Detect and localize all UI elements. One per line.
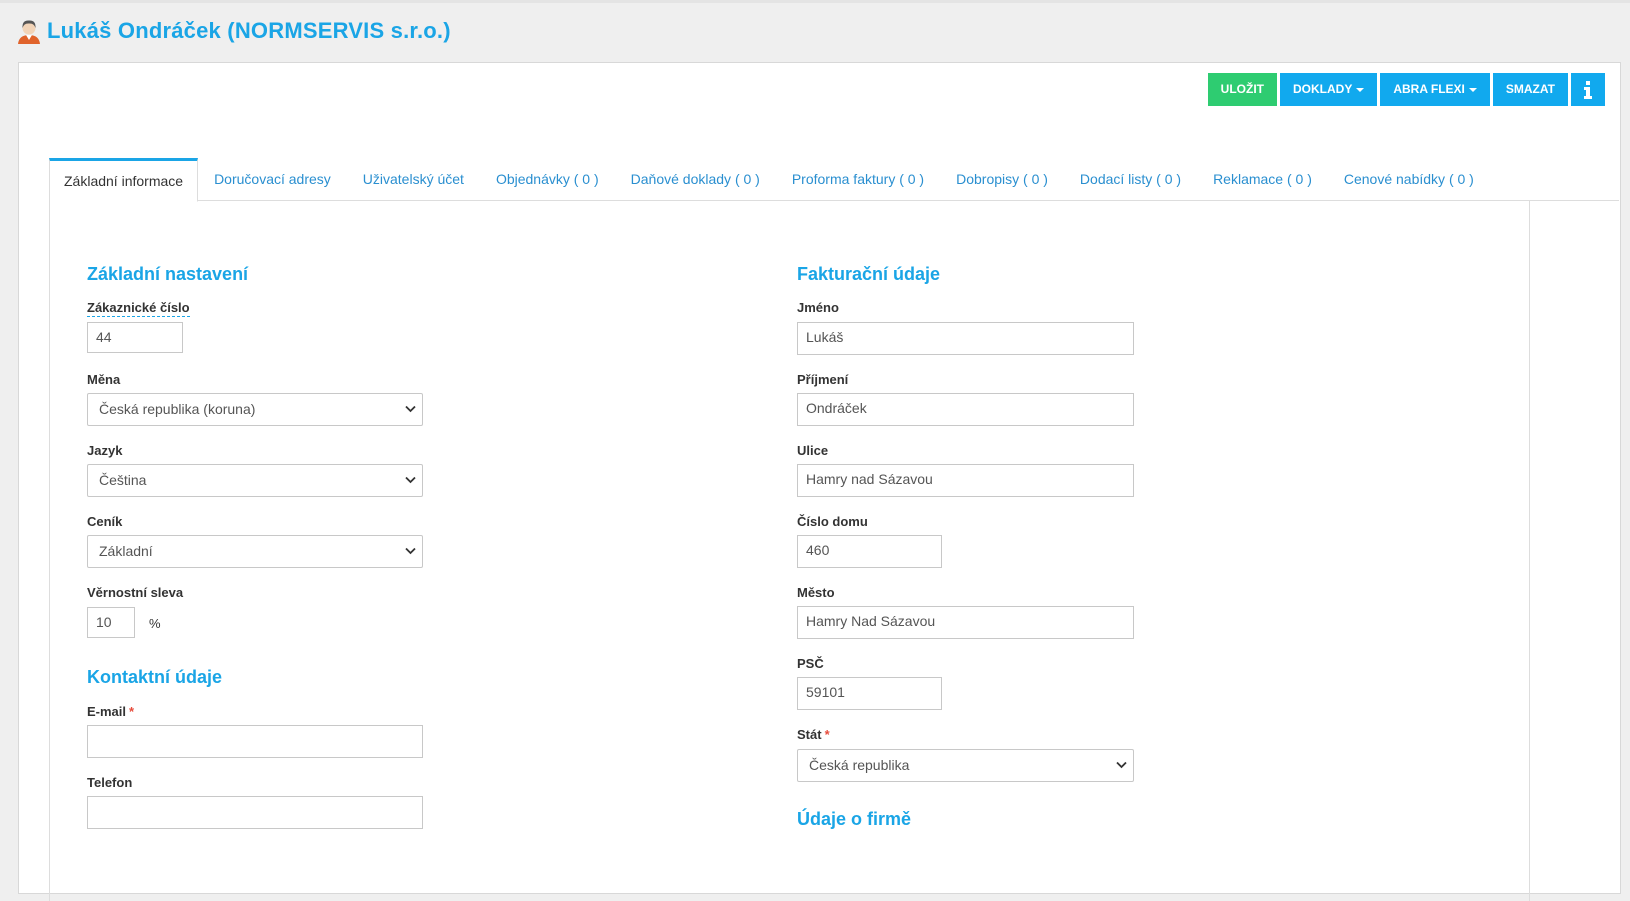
caret-down-icon bbox=[1468, 87, 1477, 92]
country-select[interactable]: Česká republika bbox=[797, 749, 1134, 782]
pricelist-select[interactable]: Základní bbox=[87, 535, 423, 568]
tab-delivery-addresses[interactable]: Doručovací adresy bbox=[198, 158, 347, 200]
tab-tax-documents[interactable]: Daňové doklady ( 0 ) bbox=[615, 158, 776, 200]
last-name-field[interactable]: Ondráček bbox=[797, 393, 1134, 426]
phone-label: Telefon bbox=[87, 775, 133, 790]
email-field[interactable] bbox=[87, 725, 423, 758]
tab-orders[interactable]: Objednávky ( 0 ) bbox=[480, 158, 615, 200]
tab-user-account[interactable]: Uživatelský účet bbox=[347, 158, 480, 200]
first-name-field[interactable]: Lukáš bbox=[797, 322, 1134, 355]
phone-field[interactable] bbox=[87, 796, 423, 829]
city-field[interactable]: Hamry Nad Sázavou bbox=[797, 606, 1134, 639]
company-details-heading: Údaje o firmě bbox=[797, 809, 912, 829]
last-name-label: Příjmení bbox=[797, 372, 849, 387]
required-marker: * bbox=[824, 727, 830, 742]
page-title: Lukáš Ondráček (NORMSERVIS s.r.o.) bbox=[47, 18, 451, 43]
tab-complaints[interactable]: Reklamace ( 0 ) bbox=[1197, 158, 1328, 200]
tab-basic-info[interactable]: Základní informace bbox=[49, 158, 199, 202]
pricelist-label: Ceník bbox=[87, 514, 123, 529]
billing-details-heading: Fakturační údaje bbox=[797, 264, 941, 284]
tab-proforma-invoices[interactable]: Proforma faktury ( 0 ) bbox=[776, 158, 940, 200]
contact-details-heading: Kontaktní údaje bbox=[87, 667, 223, 687]
page-header: Lukáš Ondráček (NORMSERVIS s.r.o.) bbox=[16, 16, 451, 46]
currency-label: Měna bbox=[87, 372, 121, 387]
first-name-label: Jméno bbox=[797, 300, 839, 315]
chevron-down-icon bbox=[405, 547, 416, 555]
customer-number-field[interactable]: 44 bbox=[87, 322, 183, 353]
top-border bbox=[0, 0, 1630, 3]
info-button[interactable] bbox=[1571, 73, 1605, 106]
required-marker: * bbox=[129, 704, 135, 719]
language-label: Jazyk bbox=[87, 443, 123, 458]
chevron-down-icon bbox=[405, 405, 416, 413]
abra-flexi-dropdown-button[interactable]: ABRA FLEXI bbox=[1380, 73, 1490, 106]
info-icon bbox=[1584, 80, 1592, 99]
toolbar: ULOŽIT DOKLADY ABRA FLEXI SMAZAT bbox=[1207, 73, 1605, 106]
language-select[interactable]: Čeština bbox=[87, 464, 423, 497]
house-number-label: Číslo domu bbox=[797, 514, 868, 529]
chevron-down-icon bbox=[405, 476, 416, 484]
caret-down-icon bbox=[1356, 87, 1365, 92]
house-number-field[interactable]: 460 bbox=[797, 535, 942, 568]
zip-field[interactable]: 59101 bbox=[797, 677, 942, 710]
email-label: E-mail * bbox=[87, 704, 135, 719]
save-button[interactable]: ULOŽIT bbox=[1207, 73, 1277, 106]
loyalty-discount-field[interactable]: 10 bbox=[87, 607, 135, 638]
user-avatar-icon bbox=[18, 20, 40, 44]
customer-number-label: Zákaznické číslo bbox=[87, 300, 190, 317]
tab-price-offers[interactable]: Cenové nabídky ( 0 ) bbox=[1328, 158, 1490, 200]
city-label: Město bbox=[797, 585, 835, 600]
percent-unit: % bbox=[149, 616, 161, 631]
street-label: Ulice bbox=[797, 443, 829, 458]
delete-button[interactable]: SMAZAT bbox=[1492, 73, 1568, 106]
chevron-down-icon bbox=[1116, 761, 1127, 769]
tab-bar: Základní informace Doručovací adresy Uži… bbox=[49, 158, 1619, 202]
basic-settings-heading: Základní nastavení bbox=[87, 264, 249, 284]
tab-credit-notes[interactable]: Dobropisy ( 0 ) bbox=[940, 158, 1064, 200]
documents-dropdown-button[interactable]: DOKLADY bbox=[1279, 73, 1378, 106]
street-field[interactable]: Hamry nad Sázavou bbox=[797, 464, 1134, 497]
country-label: Stát * bbox=[797, 727, 830, 742]
zip-label: PSČ bbox=[797, 656, 824, 671]
currency-select[interactable]: Česká republika (koruna) bbox=[87, 393, 423, 426]
loyalty-discount-label: Věrnostní sleva bbox=[87, 585, 184, 600]
tab-delivery-notes[interactable]: Dodací listy ( 0 ) bbox=[1064, 158, 1197, 200]
